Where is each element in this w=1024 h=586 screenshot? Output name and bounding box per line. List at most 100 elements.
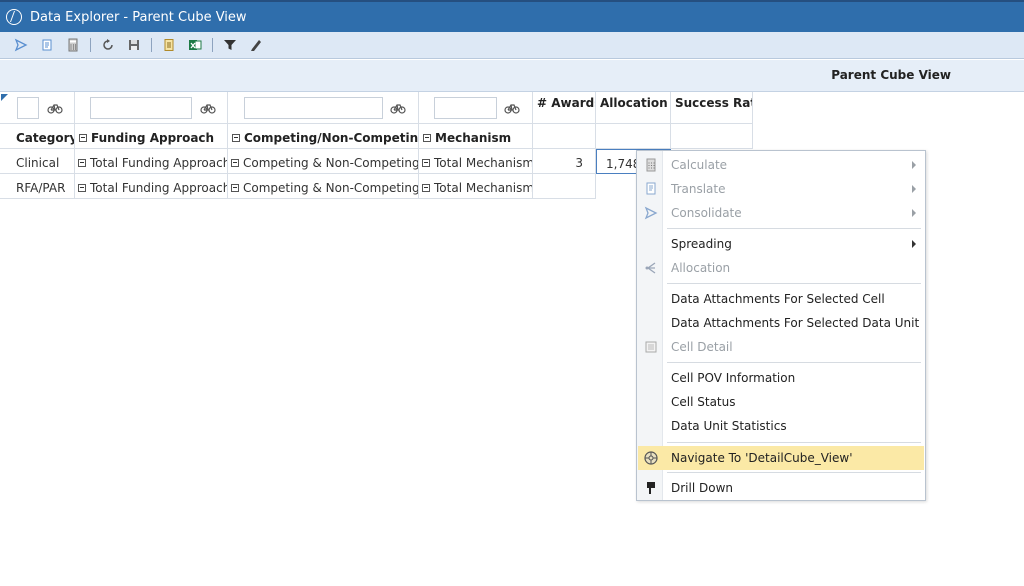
category-filter-input[interactable] [17, 97, 39, 119]
menu-separator [667, 362, 921, 363]
submenu-arrow-icon [912, 185, 916, 193]
row-header-mechanism-label: Mechanism [435, 131, 512, 145]
filter-icon[interactable] [222, 37, 238, 53]
refresh-icon[interactable] [100, 37, 116, 53]
data-cell-awards[interactable]: 3 [533, 149, 596, 174]
menu-item-attachments-data-unit[interactable]: Data Attachments For Selected Data Unit [638, 311, 924, 335]
row-mechanism-label: Total Mechanism [434, 156, 533, 170]
menu-item-consolidate[interactable]: Consolidate [638, 201, 924, 225]
allocation-icon [645, 262, 656, 274]
consolidate-icon [644, 206, 658, 220]
menu-item-label: Consolidate [671, 206, 742, 220]
edit-icon[interactable] [248, 37, 264, 53]
row-category-rfa-par[interactable]: RFA/PAR [0, 174, 75, 199]
context-menu: Calculate Translate Consolidate Spreadin… [636, 150, 926, 501]
row-funding[interactable]: Total Funding Approach [75, 174, 228, 199]
menu-item-cell-pov[interactable]: Cell POV Information [638, 366, 924, 390]
title-bar: Data Explorer - Parent Cube View [0, 0, 1024, 32]
collapse-icon[interactable] [422, 183, 430, 192]
row-header-category: Category [0, 124, 75, 149]
menu-item-data-unit-statistics[interactable]: Data Unit Statistics [638, 414, 924, 438]
menu-item-spreading[interactable]: Spreading [638, 232, 924, 256]
funding-filter-input[interactable] [90, 97, 192, 119]
menu-separator [667, 472, 921, 473]
menu-item-label: Cell POV Information [671, 371, 796, 385]
calculator-icon[interactable] [65, 37, 81, 53]
toolbar [0, 32, 1024, 59]
empty-cell [596, 124, 671, 149]
row-mechanism[interactable]: Total Mechanism [419, 174, 533, 199]
window-title: Data Explorer - Parent Cube View [30, 9, 247, 25]
competing-filter-input[interactable] [244, 97, 383, 119]
page-icon[interactable] [39, 37, 55, 53]
row-competing[interactable]: Competing & Non-Competing [228, 174, 419, 199]
collapse-icon[interactable] [231, 183, 239, 192]
collapse-icon[interactable] [231, 158, 239, 167]
menu-item-label: Cell Detail [671, 340, 733, 354]
filter-cell-mechanism [419, 92, 533, 124]
report-icon[interactable] [161, 37, 177, 53]
bicycle-icon[interactable] [47, 101, 63, 115]
menu-item-attachments-cell[interactable]: Data Attachments For Selected Cell [638, 287, 924, 311]
bicycle-icon[interactable] [504, 101, 520, 115]
collapse-icon[interactable] [79, 133, 87, 142]
menu-item-label: Calculate [671, 158, 728, 172]
row-mechanism-label: Total Mechanism [434, 181, 533, 195]
excel-icon[interactable] [187, 37, 203, 53]
row-header-funding: Funding Approach [75, 124, 228, 149]
menu-separator [667, 283, 921, 284]
menu-item-cell-status[interactable]: Cell Status [638, 390, 924, 414]
row-funding-label: Total Funding Approach [90, 156, 228, 170]
row-funding-label: Total Funding Approach [90, 181, 228, 195]
bicycle-icon[interactable] [200, 101, 216, 115]
row-competing[interactable]: Competing & Non-Competing [228, 149, 419, 174]
menu-separator [667, 228, 921, 229]
menu-item-label: Data Attachments For Selected Cell [671, 292, 885, 306]
row-header-competing-label: Competing/Non-Competing [244, 131, 419, 145]
translate-icon [646, 182, 656, 195]
submenu-arrow-icon [912, 240, 916, 248]
filter-cell-funding [75, 92, 228, 124]
empty-cell [533, 124, 596, 149]
row-header-competing: Competing/Non-Competing [228, 124, 419, 149]
mechanism-filter-input[interactable] [434, 97, 497, 119]
row-header-funding-label: Funding Approach [91, 131, 215, 145]
row-funding[interactable]: Total Funding Approach [75, 149, 228, 174]
view-header-bar: Parent Cube View [0, 60, 1024, 92]
save-icon[interactable] [126, 37, 142, 53]
menu-item-calculate[interactable]: Calculate [638, 153, 924, 177]
filter-cell-category [0, 92, 75, 124]
row-mechanism[interactable]: Total Mechanism [419, 149, 533, 174]
menu-item-label: Data Unit Statistics [671, 419, 787, 433]
collapse-icon[interactable] [232, 133, 240, 142]
menu-item-label: Data Attachments For Selected Data Unit [671, 316, 920, 330]
column-header-awards[interactable]: # Awards [533, 92, 596, 124]
collapse-icon[interactable] [78, 183, 86, 192]
row-competing-label: Competing & Non-Competing [243, 181, 419, 195]
column-header-success-rate[interactable]: Success Rate [671, 92, 753, 124]
data-cell-awards[interactable] [533, 174, 596, 199]
bicycle-icon[interactable] [390, 101, 406, 115]
column-header-allocation[interactable]: Allocation [596, 92, 671, 124]
menu-item-label: Translate [671, 182, 726, 196]
row-category-clinical[interactable]: Clinical [0, 149, 75, 174]
menu-item-label: Spreading [671, 237, 732, 251]
collapse-icon[interactable] [78, 158, 86, 167]
collapse-icon[interactable] [422, 158, 430, 167]
menu-item-label: Navigate To 'DetailCube_View' [671, 451, 853, 465]
collapse-icon[interactable] [423, 133, 431, 142]
submit-icon[interactable] [13, 37, 29, 53]
menu-item-allocation[interactable]: Allocation [638, 256, 924, 280]
filter-cell-competing [228, 92, 419, 124]
menu-item-drill-down[interactable]: Drill Down [638, 476, 924, 500]
toolbar-separator [151, 38, 152, 52]
menu-separator [667, 442, 921, 443]
menu-item-cell-detail[interactable]: Cell Detail [638, 335, 924, 359]
menu-item-label: Allocation [671, 261, 731, 275]
menu-item-translate[interactable]: Translate [638, 177, 924, 201]
toolbar-separator [90, 38, 91, 52]
submenu-arrow-icon [912, 209, 916, 217]
empty-cell [671, 124, 753, 149]
app-logo-icon [6, 9, 22, 25]
menu-item-navigate-to[interactable]: Navigate To 'DetailCube_View' [638, 446, 924, 470]
